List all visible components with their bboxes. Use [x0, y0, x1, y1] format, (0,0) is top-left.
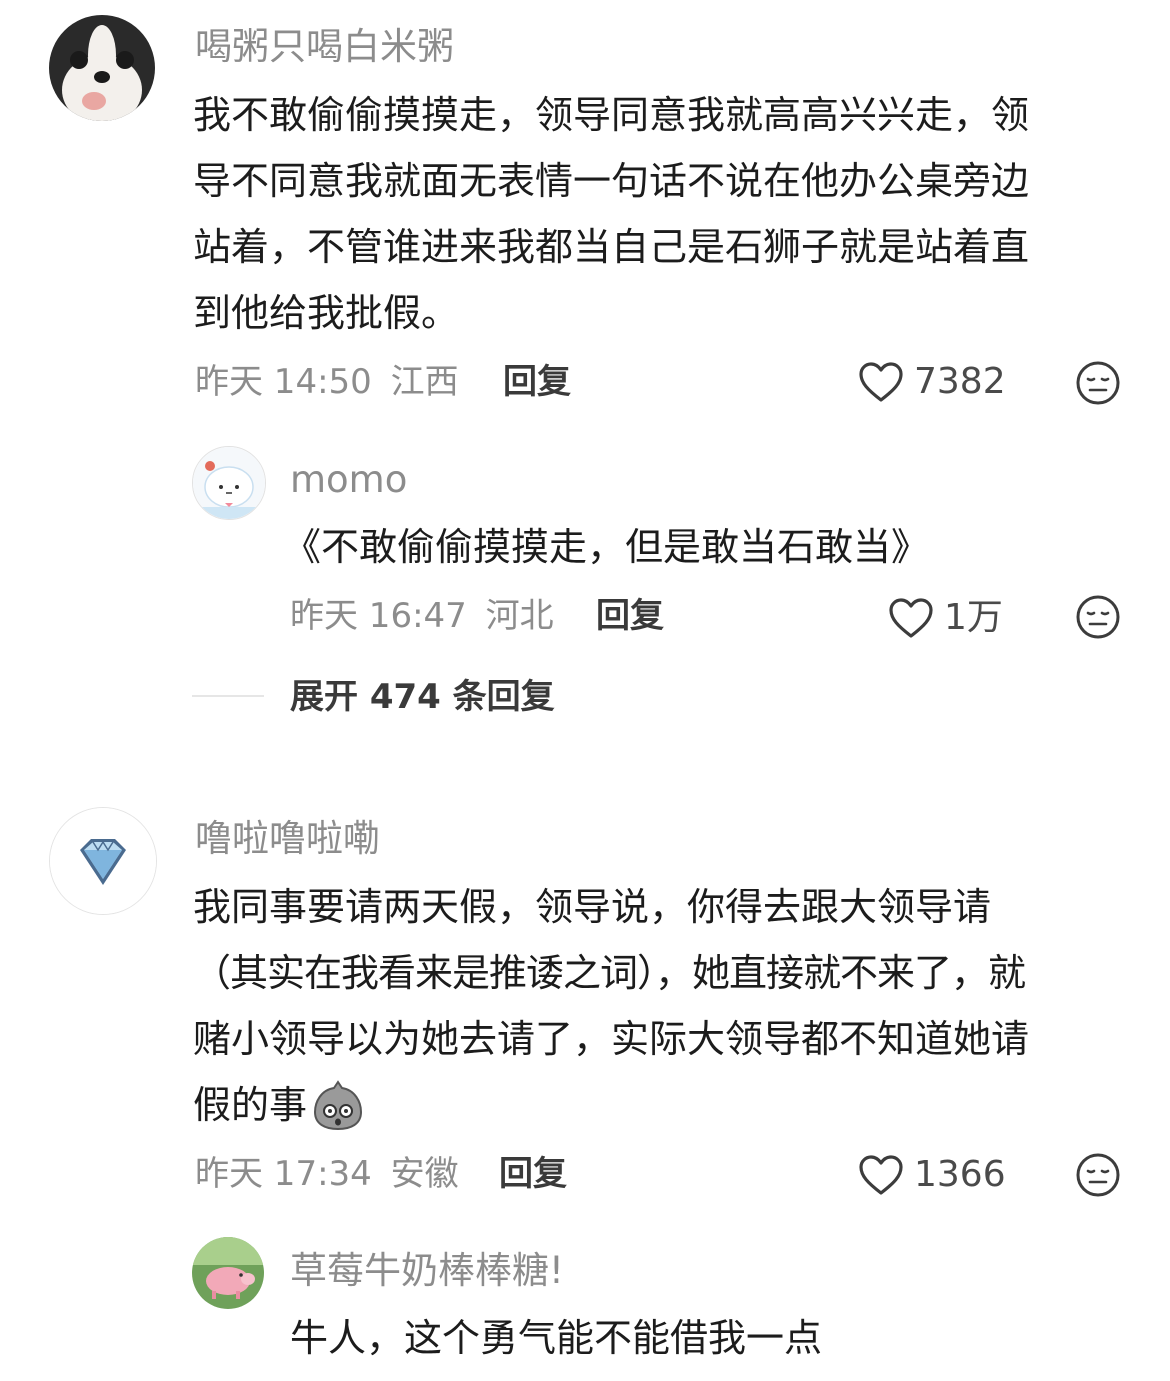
reply-button[interactable]: 回复: [503, 360, 571, 404]
reply-button[interactable]: 回复: [499, 1152, 567, 1196]
comment-meta: 昨天 14:50 江西: [195, 360, 459, 404]
reply-time: 昨天 16:47: [290, 596, 467, 636]
diamond-avatar-icon: [50, 808, 156, 914]
dislike-button[interactable]: [1075, 594, 1121, 644]
reply-username[interactable]: momo: [290, 458, 407, 502]
comment-line: 我不敢偷偷摸摸走，领导同意我就高高兴兴走，领: [193, 93, 1030, 137]
comment-meta: 昨天 17:34 安徽: [195, 1152, 459, 1196]
reply-location: 河北: [485, 596, 554, 636]
comment-content: 我同事要请两天假，领导说，你得去跟大领导请 （其实在我看来是推诿之词），她直接就…: [193, 874, 1153, 1138]
pig-avatar-icon: [192, 1237, 264, 1309]
comment-line: 假的事: [193, 1072, 1153, 1138]
reply-meta: 昨天 16:47 河北: [290, 594, 554, 638]
comment-username[interactable]: 噜啦噜啦嘞: [195, 817, 380, 861]
comment-line-text: 假的事: [193, 1083, 308, 1127]
dog-avatar-icon: [49, 15, 155, 121]
heart-icon: [859, 362, 903, 402]
comment-line: 我同事要请两天假，领导说，你得去跟大领导请: [193, 885, 992, 929]
expand-replies-button[interactable]: 展开 474 条回复: [290, 675, 555, 719]
comment-content: 我不敢偷偷摸摸走，领导同意我就高高兴兴走，领 导不同意我就面无表情一句话不说在他…: [193, 82, 1153, 346]
comment-line: 导不同意我就面无表情一句话不说在他办公桌旁边: [193, 159, 1030, 203]
comment-username[interactable]: 喝粥只喝白米粥: [195, 25, 454, 69]
like-count: 1366: [914, 1154, 1006, 1195]
reply-content: 牛人，这个勇气能不能借我一点: [290, 1316, 823, 1360]
like-button[interactable]: 1万: [888, 596, 1003, 640]
comment-location: 安徽: [390, 1154, 459, 1194]
expressionless-face-icon: [1076, 1153, 1120, 1197]
dislike-button[interactable]: [1075, 360, 1121, 410]
comment-time: 昨天 14:50: [195, 362, 372, 402]
reply-avatar[interactable]: [192, 446, 266, 520]
comment-line: 站着，不管谁进来我都当自己是石狮子就是站着直: [193, 225, 1030, 269]
avatar[interactable]: [49, 15, 155, 121]
reply-username[interactable]: 草莓牛奶棒棒糖!: [290, 1249, 564, 1293]
reply-button[interactable]: 回复: [596, 594, 664, 638]
comment-line: 到他给我批假。: [193, 291, 460, 335]
heart-icon: [859, 1155, 903, 1195]
dislike-button[interactable]: [1075, 1152, 1121, 1202]
heart-icon: [889, 598, 933, 638]
comment-time: 昨天 17:34: [195, 1154, 372, 1194]
divider: [192, 695, 264, 697]
comment-location: 江西: [390, 362, 459, 402]
expressionless-face-icon: [1076, 595, 1120, 639]
cartoon-cloud-avatar-icon: [193, 447, 265, 519]
like-button[interactable]: 7382: [858, 360, 1006, 404]
avatar[interactable]: [49, 807, 157, 915]
like-button[interactable]: 1366: [858, 1153, 1006, 1197]
gasp-face-emoji-icon: [314, 1080, 363, 1131]
like-count: 1万: [944, 597, 1003, 638]
comment-line: 赌小领导以为她去请了，实际大领导都不知道她请: [193, 1017, 1030, 1061]
like-count: 7382: [914, 361, 1006, 402]
comment-line: （其实在我看来是推诿之词），她直接就不来了，就: [193, 951, 1026, 995]
reply-avatar[interactable]: [192, 1237, 264, 1309]
expressionless-face-icon: [1076, 361, 1120, 405]
reply-content: 《不敢偷偷摸摸走，但是敢当石敢当》: [283, 525, 930, 569]
